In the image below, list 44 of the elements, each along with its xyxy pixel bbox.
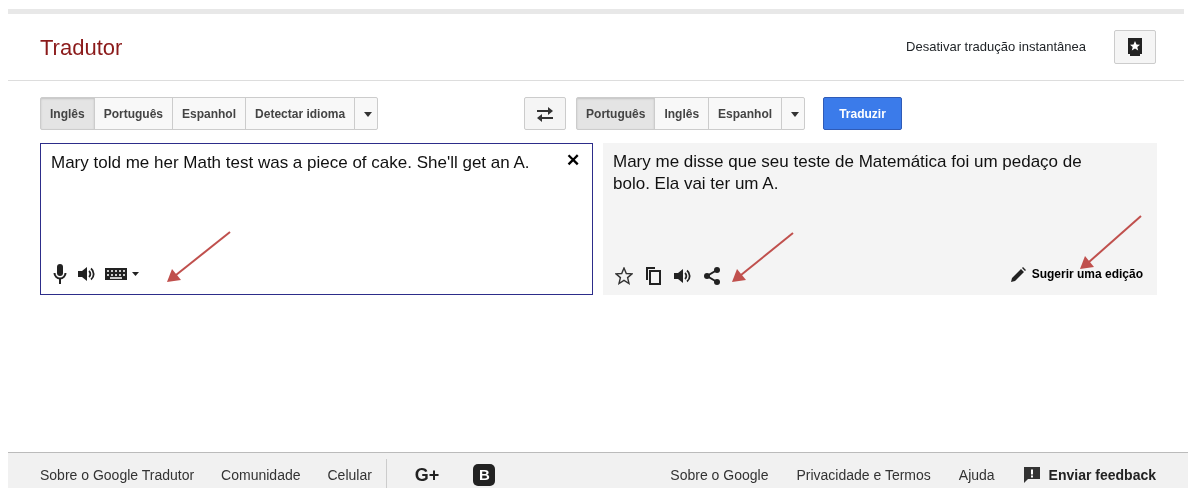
language-tab[interactable]: Detectar idioma — [245, 97, 356, 130]
copy-icon[interactable] — [645, 266, 661, 285]
language-tab[interactable]: Espanhol — [708, 97, 783, 130]
language-tab[interactable]: Espanhol — [172, 97, 247, 130]
footer-link[interactable]: Sobre o Google — [670, 464, 769, 486]
footer-link[interactable]: Sobre o Google Tradutor — [40, 464, 195, 486]
caret-icon — [791, 111, 800, 117]
language-tab[interactable]: Inglês — [654, 97, 710, 130]
speaker-icon[interactable] — [77, 266, 95, 282]
language-dropdown-button[interactable] — [354, 97, 379, 130]
translated-text: Mary me disse que seu teste de Matemática foi um pedaço de bolo. Ela vai ter um A. — [613, 151, 1083, 195]
annotation-arrow — [167, 231, 231, 282]
source-text: Mary told me her Math test was a piece of cake. She'll get an A. — [51, 152, 531, 174]
footer-link[interactable]: Ajuda — [958, 464, 995, 486]
annotation-arrow — [732, 232, 794, 282]
clear-button[interactable]: ✕ — [566, 152, 580, 169]
caret-icon — [364, 111, 373, 117]
microphone-icon[interactable] — [53, 264, 67, 284]
language-tab[interactable]: Português — [576, 97, 656, 130]
share-icon[interactable] — [703, 266, 721, 285]
star-book-icon — [1127, 38, 1143, 56]
phrasebook-button[interactable] — [1114, 30, 1156, 64]
footer-link[interactable]: Celular — [327, 464, 372, 486]
language-tab[interactable]: Português — [93, 97, 174, 130]
app-title: Tradutor — [40, 33, 123, 62]
source-text-field[interactable]: Mary told me her Math test was a piece of cake. She'll get an A. ✕ — [40, 143, 593, 295]
speaker-icon[interactable] — [673, 267, 691, 284]
google-plus-link[interactable]: G+ — [414, 461, 440, 488]
star-icon[interactable] — [615, 266, 633, 285]
footer-link[interactable]: Privacidade e Termos — [796, 464, 931, 486]
instant-translation-link[interactable]: Desativar tradução instantânea — [906, 37, 1086, 57]
translate-button[interactable]: Traduzir — [823, 97, 902, 130]
feedback-icon — [1022, 466, 1041, 484]
annotation-arrow — [1080, 215, 1142, 269]
keyboard-icon[interactable] — [105, 268, 139, 280]
swap-languages-button[interactable] — [524, 97, 567, 130]
suggest-edit-button[interactable]: Sugerir uma edição — [1010, 265, 1143, 283]
language-tab[interactable]: Inglês — [40, 97, 95, 130]
pencil-icon — [1010, 266, 1026, 282]
swap-arrows-icon — [535, 105, 556, 122]
feedback-link[interactable]: Enviar feedback — [1022, 464, 1156, 486]
language-dropdown-button[interactable] — [781, 97, 806, 130]
footer-link[interactable]: Comunidade — [221, 464, 301, 486]
blogger-link[interactable]: B — [473, 464, 496, 486]
